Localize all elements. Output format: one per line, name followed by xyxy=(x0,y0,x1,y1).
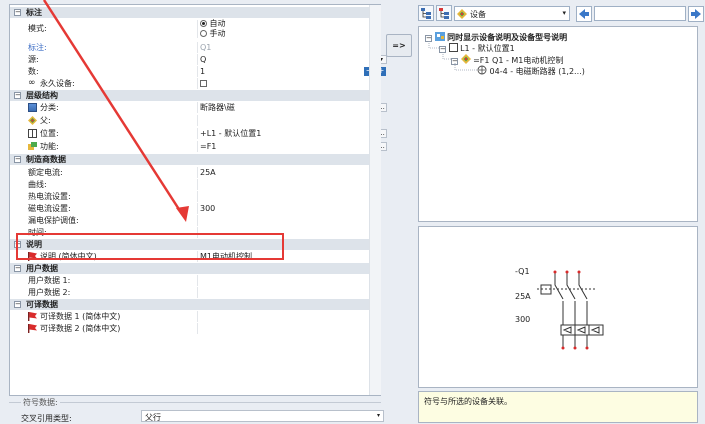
crossref-select[interactable]: 父行 ▾ xyxy=(141,410,384,422)
device-tree: − 同时显示设备说明及设备型号说明 − L1 - 默认位置1 − =F1 Q1 … xyxy=(418,26,698,222)
chevron-down-icon: ▾ xyxy=(562,9,566,17)
tree-filter-icon[interactable] xyxy=(436,5,452,21)
tree-connectors xyxy=(428,41,477,71)
device-type-select[interactable]: 设备 ▾ xyxy=(454,6,570,21)
breaker-symbol xyxy=(537,270,604,350)
forward-button[interactable] xyxy=(688,6,704,22)
device-toolbar: 设备 ▾ xyxy=(418,5,704,25)
search-input[interactable] xyxy=(594,6,686,21)
chevron-down-icon: ▾ xyxy=(376,412,380,419)
symbol-preview: -Q1 25A 300 xyxy=(418,226,698,388)
device-icon xyxy=(457,9,467,21)
assign-button[interactable]: => xyxy=(386,34,412,57)
description-note: 符号与所选的设备关联。 xyxy=(418,391,698,423)
back-button[interactable] xyxy=(576,6,592,22)
tree-expand-icon[interactable] xyxy=(418,5,434,21)
symbol-data-group: 符号数据: 交叉引用类型: 父行 ▾ xyxy=(9,397,384,423)
